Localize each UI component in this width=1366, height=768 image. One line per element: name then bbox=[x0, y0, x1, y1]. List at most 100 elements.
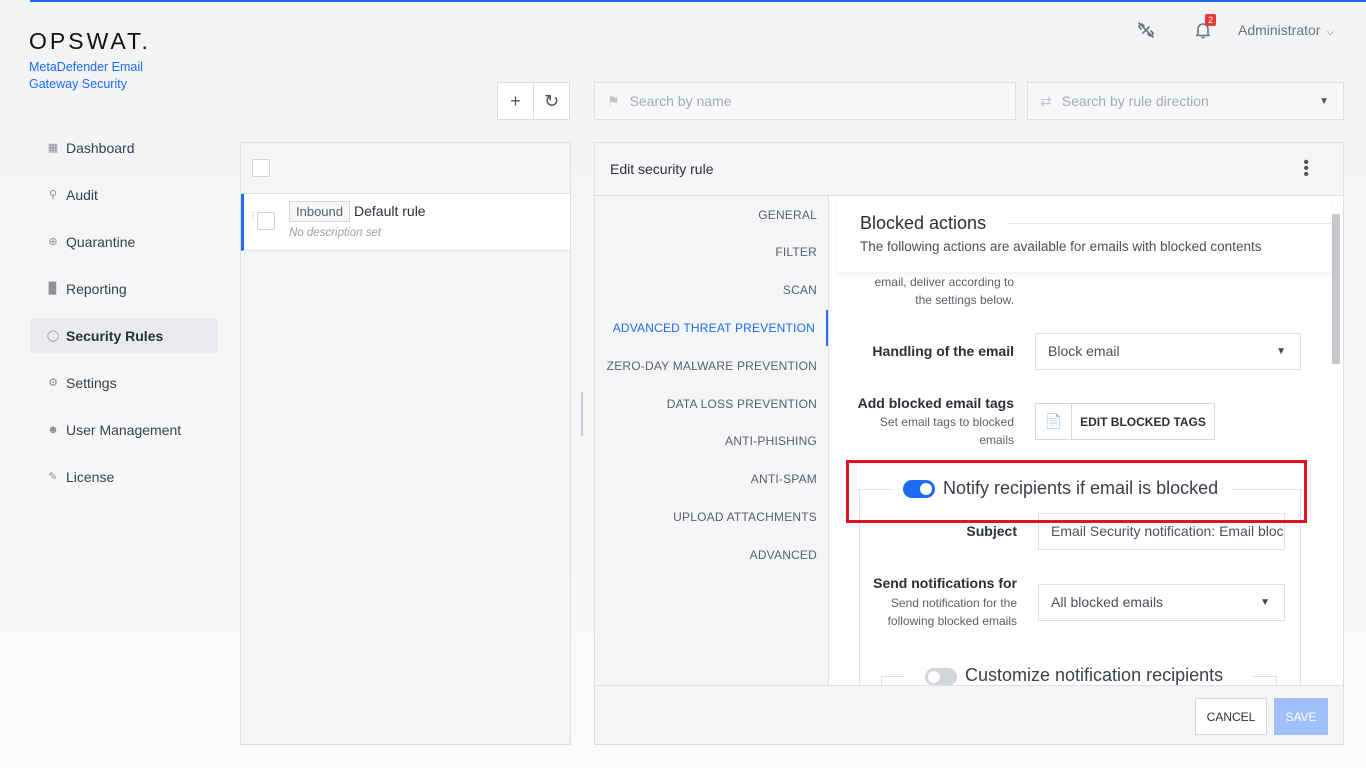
sidebar-item-user-management[interactable]: ☻ User Management bbox=[30, 412, 218, 447]
sidebar-item-label: Settings bbox=[66, 374, 117, 391]
brand-logo: OPSWAT. bbox=[29, 28, 151, 54]
toggle-knob bbox=[928, 671, 940, 683]
search-direction-placeholder: Search by rule direction bbox=[1061, 93, 1209, 109]
shield-icon: ◯ bbox=[46, 330, 60, 342]
toggle-knob bbox=[920, 483, 932, 495]
send-notifications-value: All blocked emails bbox=[1051, 594, 1164, 610]
cancel-button[interactable]: CANCEL bbox=[1195, 698, 1267, 735]
send-notifications-description-line: Send notification for the bbox=[890, 596, 1017, 610]
tab-scan[interactable]: SCAN bbox=[595, 272, 828, 308]
refresh-button[interactable]: ↻ bbox=[533, 82, 570, 120]
sidebar-item-audit[interactable]: ⚲ Audit bbox=[30, 177, 218, 212]
top-accent-line bbox=[30, 0, 1366, 2]
sidebar-item-reporting[interactable]: ▉ Reporting bbox=[30, 271, 218, 306]
tab-general[interactable]: GENERAL bbox=[595, 197, 828, 233]
document-icon: 📄 bbox=[1036, 404, 1072, 439]
handling-select[interactable]: Block email ▼ bbox=[1035, 333, 1301, 370]
subject-label: Subject bbox=[966, 523, 1017, 539]
sidebar-item-label: Audit bbox=[66, 186, 98, 203]
notify-label: Notify recipients if email is blocked bbox=[943, 478, 1219, 498]
sidebar-item-license[interactable]: ✎ License bbox=[30, 459, 218, 494]
tab-filter[interactable]: FILTER bbox=[595, 234, 828, 270]
section-title: Blocked actions bbox=[860, 213, 1001, 234]
sidebar-item-label: Dashboard bbox=[66, 139, 135, 156]
handling-label: Handling of the email bbox=[872, 343, 1014, 359]
tab-advanced-threat-prevention[interactable]: ADVANCED THREAT PREVENTION bbox=[595, 310, 828, 346]
send-notifications-description-line: following blocked emails bbox=[887, 614, 1017, 628]
tab-anti-spam[interactable]: ANTI-SPAM bbox=[595, 461, 828, 497]
tag-icon: ⚑ bbox=[607, 92, 620, 109]
license-icon: ✎ bbox=[48, 471, 58, 483]
partial-description-line: the settings below. bbox=[915, 293, 1014, 307]
gear-icon: ⚙ bbox=[48, 377, 58, 389]
scrollbar[interactable] bbox=[1332, 214, 1340, 364]
select-all-checkbox[interactable] bbox=[252, 159, 270, 177]
sidebar: ▦ Dashboard ⚲ Audit ⊕ Quarantine ▉ Reporting… bbox=[30, 130, 218, 506]
sidebar-item-label: Quarantine bbox=[66, 233, 136, 250]
user-name: Administrator bbox=[1238, 22, 1321, 38]
tab-content: Blocked actions The following actions ar… bbox=[828, 196, 1343, 685]
sidebar-item-label: User Management bbox=[66, 421, 182, 438]
notification-badge: 2 bbox=[1205, 14, 1217, 26]
rule-name: Default rule bbox=[354, 203, 426, 219]
sidebar-item-security-rules[interactable]: ◯ Security Rules bbox=[30, 318, 218, 353]
caret-down-icon: ▼ bbox=[1319, 96, 1329, 107]
chart-icon: ▉ bbox=[48, 283, 58, 295]
editor-tabs: GENERAL FILTER SCAN ADVANCED THREAT PREV… bbox=[595, 196, 828, 685]
save-button[interactable]: SAVE bbox=[1274, 698, 1328, 735]
send-notifications-description: Send notification for the following bloc… bbox=[829, 594, 1017, 630]
search-by-direction[interactable]: ⇄ Search by rule direction ▼ bbox=[1027, 82, 1344, 120]
refresh-icon: ↻ bbox=[543, 90, 560, 111]
user-icon: ☻ bbox=[47, 423, 59, 436]
tab-advanced[interactable]: ADVANCED bbox=[595, 537, 828, 573]
rules-list-panel: ⋮ Inbound Default rule No description se… bbox=[240, 142, 571, 745]
sidebar-item-label: License bbox=[66, 468, 115, 485]
customize-label: Customize notification recipients bbox=[965, 665, 1224, 685]
grid-icon: ▦ bbox=[47, 142, 59, 154]
section-subtitle: The following actions are available for … bbox=[860, 239, 1262, 254]
caret-down-icon: ▼ bbox=[1260, 597, 1270, 608]
audit-icon: ⚲ bbox=[48, 189, 58, 201]
edit-rule-panel: Edit security rule • • • GENERAL FILTER SC… bbox=[594, 142, 1344, 745]
sidebar-item-dashboard[interactable]: ▦ Dashboard bbox=[30, 130, 218, 165]
editor-title: Edit security rule bbox=[610, 161, 714, 177]
search-by-name[interactable]: ⚑ bbox=[594, 82, 1016, 120]
add-rule-button[interactable]: + bbox=[497, 82, 534, 120]
rule-direction-tag: Inbound bbox=[289, 201, 350, 222]
partial-description-line: email, deliver according to bbox=[874, 275, 1014, 289]
rule-description: No description set bbox=[289, 227, 382, 239]
sidebar-item-settings[interactable]: ⚙ Settings bbox=[30, 365, 218, 400]
partial-description: email, deliver according to the settings… bbox=[829, 273, 1014, 309]
logo: OPSWAT. MetaDefender Email Gateway Secur… bbox=[29, 28, 169, 93]
more-options-icon[interactable]: • • • bbox=[1303, 155, 1309, 183]
caret-down-icon: ▼ bbox=[1276, 346, 1286, 357]
send-notifications-label: Send notifications for bbox=[873, 575, 1017, 591]
edit-blocked-tags-button[interactable]: 📄 EDIT BLOCKED TAGS bbox=[1035, 403, 1215, 440]
unlink-icon[interactable] bbox=[1136, 20, 1156, 40]
tab-anti-phishing[interactable]: ANTI-PHISHING bbox=[595, 423, 828, 459]
search-name-input[interactable] bbox=[629, 93, 930, 109]
sidebar-item-label: Security Rules bbox=[66, 327, 164, 344]
sidebar-item-label: Reporting bbox=[66, 280, 127, 297]
rule-checkbox[interactable] bbox=[257, 212, 275, 230]
editor-footer: CANCEL SAVE bbox=[595, 685, 1343, 744]
product-name: MetaDefender Email Gateway Security bbox=[29, 60, 143, 91]
globe-icon: ⊕ bbox=[48, 236, 58, 248]
tab-data-loss-prevention[interactable]: DATA LOSS PREVENTION bbox=[595, 386, 828, 422]
send-notifications-select[interactable]: All blocked emails ▼ bbox=[1038, 584, 1285, 621]
tab-upload-attachments[interactable]: UPLOAD ATTACHMENTS bbox=[595, 499, 828, 535]
panel-splitter[interactable] bbox=[581, 392, 583, 436]
rule-row[interactable]: ⋮ Inbound Default rule No description se… bbox=[241, 194, 570, 251]
tags-label: Add blocked email tags bbox=[857, 395, 1014, 411]
tab-zero-day-malware-prevention[interactable]: ZERO-DAY MALWARE PREVENTION bbox=[595, 348, 828, 384]
subject-input[interactable]: Email Security notification: Email block… bbox=[1038, 513, 1285, 550]
sidebar-item-quarantine[interactable]: ⊕ Quarantine bbox=[30, 224, 218, 259]
customize-toggle[interactable] bbox=[925, 668, 957, 685]
section-header: Blocked actions The following actions ar… bbox=[837, 196, 1331, 272]
tags-description: Set email tags to blocked emails bbox=[829, 413, 1014, 449]
swap-arrows-icon: ⇄ bbox=[1040, 92, 1052, 109]
rules-list-header bbox=[241, 143, 570, 194]
tags-description-line: emails bbox=[979, 433, 1014, 447]
user-menu[interactable]: Administrator ⌵ bbox=[1238, 22, 1334, 38]
notify-toggle[interactable] bbox=[903, 480, 935, 498]
